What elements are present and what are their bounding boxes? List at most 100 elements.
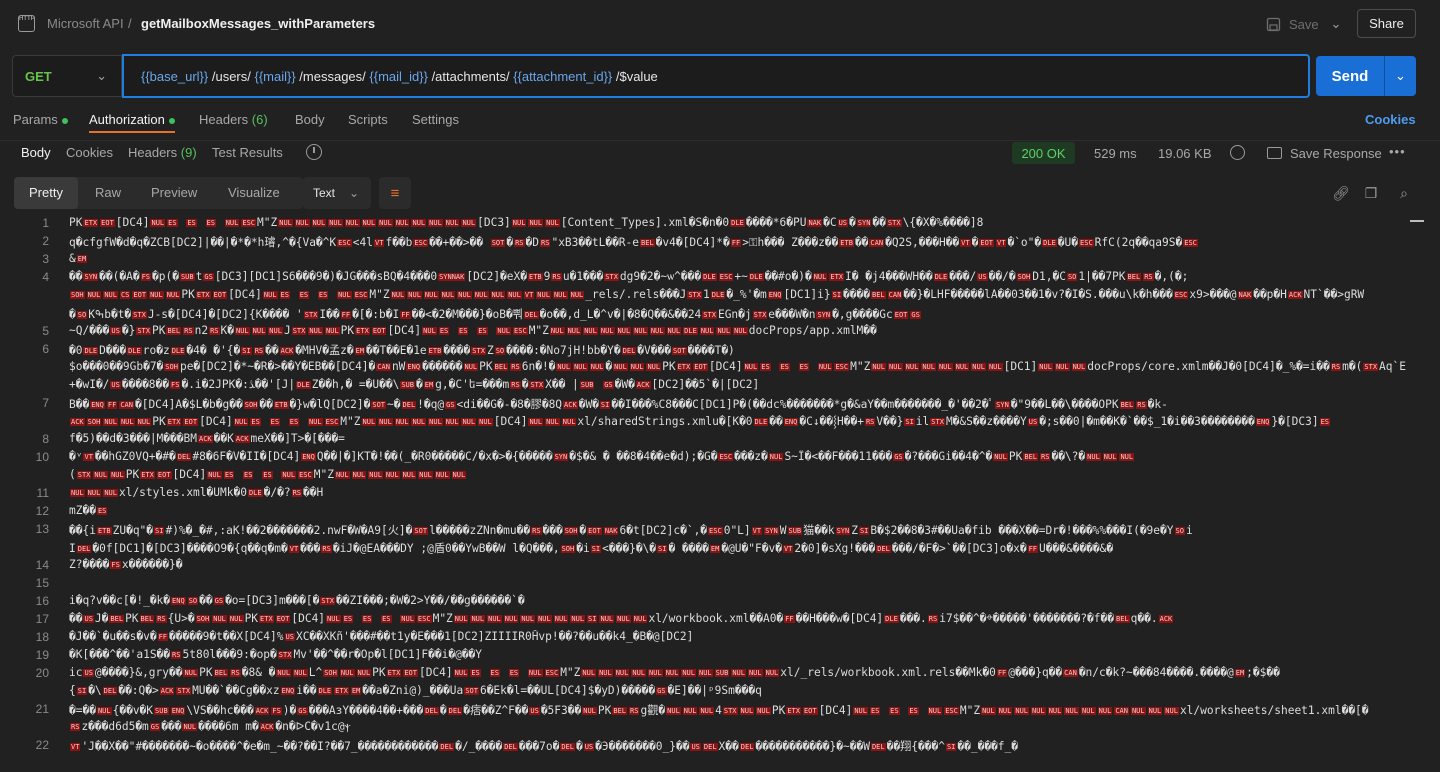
code-line: �K[���^��'a1S�� RS 5t80l���9:�op� STX Mv'��^… — [69, 648, 483, 661]
line-number: 18 — [35, 630, 49, 644]
code-line: ~Q/��� US �} STX PK BEL RS n2 RS K� NUL NUL NUL J STX N… — [69, 324, 877, 337]
url-var-mail: {{mail}} — [254, 68, 296, 84]
code-line: +�wI�/US ����8�� FS �.i�2JPK�:ﮇ��'[J| DLE Z��… — [69, 378, 760, 391]
line-number: 2 — [42, 234, 49, 248]
line-number: 11 — [36, 486, 49, 500]
url-var-base-url: {{base_url}} — [141, 68, 209, 84]
code-line: PK ETX EOT [DC4] NUL ES ES ES NUL ESC M"Z NUL NUL… — [69, 216, 984, 229]
code-line: RS z���d6d5�m GS ��� NUL ����6m m� ACK �n�ᐅC�v1… — [70, 720, 351, 733]
active-tab-indicator — [89, 131, 175, 133]
code-line: i�q?v��c[�!_�k� ENQ SO �� GS �o=[DC3]m���[� ST… — [69, 594, 525, 607]
wrap-lines-icon[interactable]: ≡ — [379, 177, 411, 209]
view-raw[interactable]: Raw — [95, 185, 121, 200]
response-time[interactable]: 529 ms — [1094, 146, 1137, 161]
tab-scripts[interactable]: Scripts — [348, 112, 388, 127]
http-icon: HTTP — [18, 15, 35, 32]
line-number: 6 — [42, 342, 49, 356]
response-size[interactable]: 19.06 KB — [1158, 146, 1212, 161]
line-number: 16 — [35, 594, 49, 608]
code-line: NUL NUL NUL xl/styles.xml�UMk�0 DLE �/�? RS ��H — [70, 486, 324, 499]
chevron-down-icon: ⌄ — [96, 68, 107, 83]
method-select[interactable]: GET ⌄ — [12, 55, 122, 97]
line-number: 1 — [42, 216, 49, 230]
send-options-chevron-icon[interactable]: ⌄ — [1385, 68, 1416, 84]
code-line: �� SYN ��(�A� FS �p(� SUB t GS [DC3][DC1]S6���9�… — [69, 270, 1189, 283]
line-number: 5 — [42, 324, 49, 338]
save-response-icon — [1267, 147, 1282, 159]
tab-body[interactable]: Body — [295, 112, 325, 127]
link-icon[interactable]: 🔗︎ — [1332, 185, 1350, 201]
line-number: 15 — [35, 576, 49, 590]
code-line: VT 'J��X��"#�������~�o����^�e�m_~��?��I?�… — [70, 740, 1018, 753]
line-number: 14 — [35, 558, 49, 572]
scrollbar-marker[interactable] — [1410, 220, 1424, 222]
tab-params[interactable]: Params — [13, 112, 68, 127]
line-number: 20 — [35, 666, 49, 680]
code-line: �ᵛ VT ��hGZ0VQ+�#� DEL #8�6F�V�II�[DC4] ENQ Q�… — [69, 450, 1135, 463]
line-number: 3 — [42, 252, 49, 266]
send-button[interactable]: Send ⌄ — [1316, 56, 1416, 96]
cookies-link[interactable]: Cookies — [1365, 112, 1416, 127]
code-line: I DEL �0f[DC1]�[DC3]����O9�{q��q�m� VT ��� RS… — [69, 542, 1114, 555]
line-number: 12 — [35, 504, 49, 518]
url-segment: /messages/ — [295, 68, 370, 84]
response-tab-headers[interactable]: Headers (9) — [128, 145, 197, 160]
response-tab-cookies[interactable]: Cookies — [66, 145, 113, 160]
response-tab-test-results[interactable]: Test Results — [212, 145, 283, 160]
breadcrumb-separator: / — [128, 16, 132, 31]
history-icon[interactable] — [306, 144, 322, 160]
line-number: 7 — [42, 396, 49, 410]
code-line: $o���0��9Gb�7� SOH pe�[DC2]�*~�R�>��Y�EB��… — [69, 360, 1406, 373]
format-select[interactable]: Text ⌄ — [303, 177, 371, 209]
code-line: (STX NUL NUL PK ETX EOT [DC4] NUL ES ES ES NUL ES… — [69, 468, 467, 481]
network-globe-icon[interactable] — [1230, 145, 1245, 160]
code-line: f�5)��d�3���|M���BM ACK ��K ACK meX��]T>�[��… — [69, 432, 345, 445]
code-line: {SI �\ DEL ��:Q�> ACK STX MU��`��Cg��xz ENQ i�� D… — [69, 684, 762, 697]
response-tab-body[interactable]: Body — [21, 145, 51, 160]
line-number: 4 — [42, 270, 49, 284]
request-name[interactable]: getMailboxMessages_withParameters — [141, 16, 375, 31]
method-label: GET — [25, 68, 52, 84]
code-line: � SO Kߒb�t� STX J-s�[DC4]�[DC2]{K���� ' STX I�… — [69, 308, 921, 321]
params-status-dot — [61, 117, 68, 124]
view-pretty[interactable]: Pretty — [29, 185, 63, 200]
code-line: SOH NUL NUL CS EOT NUL NUL PK ETX EOT [DC4] NUL ES E… — [70, 288, 1365, 301]
breadcrumb-workspace[interactable]: Microsoft API — [47, 16, 124, 31]
authorization-status-dot — [168, 117, 175, 124]
tab-headers[interactable]: Headers (6) — [199, 112, 268, 127]
line-number: 19 — [35, 648, 49, 662]
save-options-chevron-icon[interactable]: ⌄ — [1326, 12, 1346, 36]
code-line: mZ�� ES — [69, 504, 108, 517]
code-line: �0 DLE D��� DLE ro�z DLE �4� �'{� SI RS �� ACK �MHV… — [69, 344, 735, 357]
line-number: 13 — [35, 522, 49, 536]
save-button[interactable]: Save — [1266, 12, 1319, 36]
more-options-icon[interactable]: ••• — [1389, 144, 1406, 159]
code-line: �=�� NUL {��v�K SUB ENQ \VS��hc��� ACK FS)� GS ��… — [69, 704, 1369, 717]
tab-settings[interactable]: Settings — [412, 112, 459, 127]
line-number: 10 — [35, 450, 49, 464]
code-line: ACK SOH NUL NUL NUL PK ETX EOT [DC4] NUL ES ES ES … — [70, 415, 1330, 428]
url-segment: /users/ — [208, 68, 255, 84]
chevron-down-icon: ⌄ — [348, 186, 359, 200]
url-segment: /$value — [612, 68, 658, 84]
status-badge[interactable]: 200 OK — [1012, 142, 1075, 164]
view-visualize[interactable]: Visualize — [228, 185, 280, 200]
save-label: Save — [1289, 16, 1319, 32]
save-response-button[interactable]: Save Response — [1290, 146, 1382, 161]
send-label: Send — [1331, 67, 1369, 85]
search-icon[interactable]: ⌕ — [1396, 185, 1412, 201]
tab-authorization[interactable]: Authorization — [89, 112, 175, 127]
code-line: ��{i ETB ZU�q"� SI #)%�_�#,:aK!��2�������2.n… — [69, 524, 1193, 537]
share-button[interactable]: Share — [1357, 9, 1416, 38]
line-number: 8 — [42, 432, 49, 446]
url-segment: /attachments/ — [427, 68, 514, 84]
view-preview[interactable]: Preview — [151, 185, 197, 200]
response-body-editor[interactable]: 1 PK ETX EOT [DC4] NUL ES ES ES NUL ESC M"Z NUL NU… — [0, 213, 1440, 772]
code-line: �� US J� BEL PK BEL RS {U>� SOH NUL NUL PK ETX EOT [DC… — [69, 612, 1174, 625]
copy-icon[interactable]: ❐ — [1363, 185, 1379, 201]
save-icon — [1266, 17, 1281, 31]
url-var-attachment-id: {{attachment_id}} — [513, 68, 613, 84]
code-line: Z?���� FS x������}� — [69, 558, 183, 571]
url-input[interactable]: {{base_url}} /users/ {{mail}} /messages/… — [122, 54, 1310, 98]
code-line: B�� ENQ FF CAN �[DC4]A�$L�b�g�� SOH �� ETB �}w�l… — [69, 398, 1168, 411]
